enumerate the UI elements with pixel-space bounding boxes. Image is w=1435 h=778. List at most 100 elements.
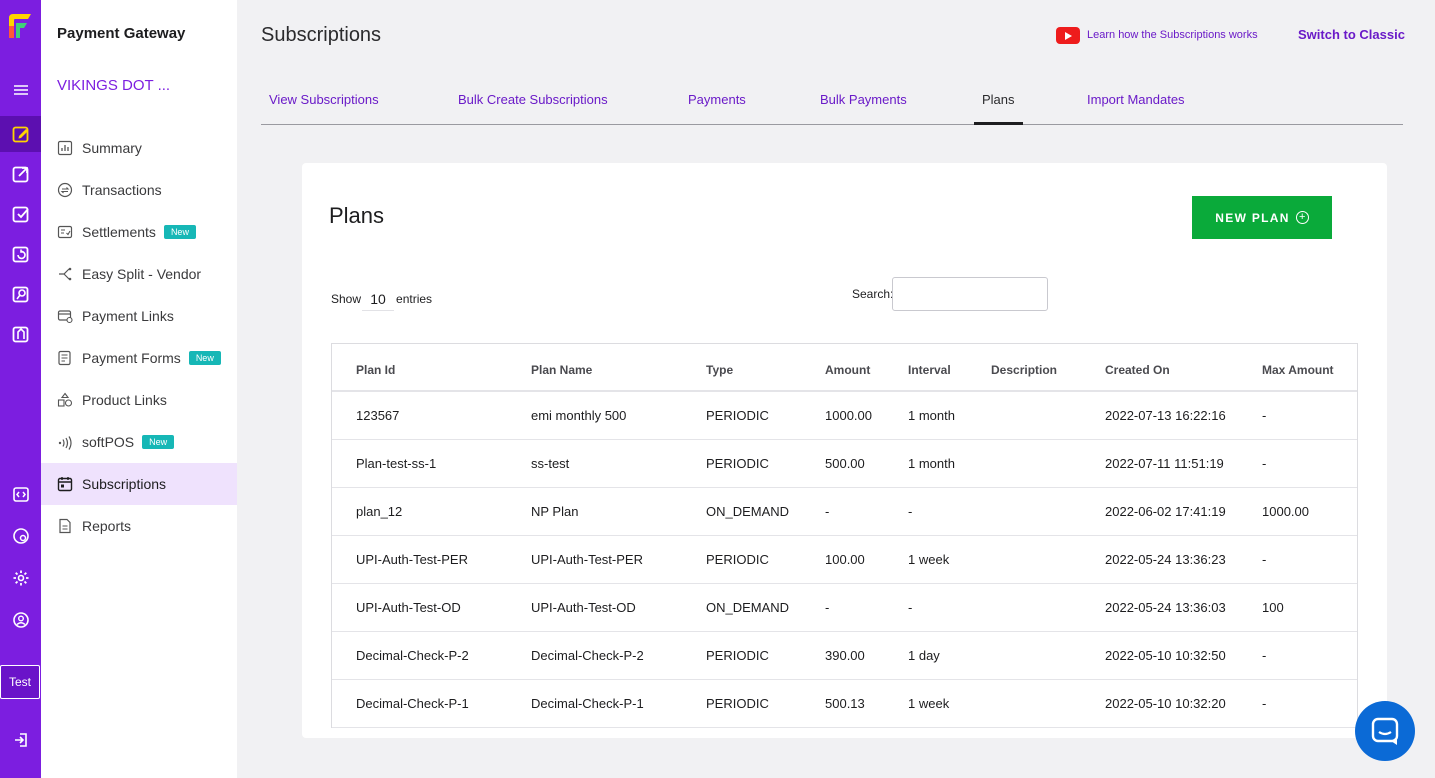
sidebar-item-product-links[interactable]: Product Links — [41, 379, 237, 421]
subscriptions-icon[interactable] — [0, 236, 41, 272]
table-cell: Decimal-Check-P-1 — [356, 696, 469, 711]
sidebar-item-softpos[interactable]: softPOS New — [41, 421, 237, 463]
column-header[interactable]: Type — [706, 363, 733, 377]
sidebar-item-label: Settlements — [82, 224, 156, 240]
table-cell: 2022-05-24 13:36:23 — [1105, 552, 1226, 567]
search-input[interactable] — [892, 277, 1048, 311]
profile-icon[interactable] — [0, 602, 41, 638]
test-mode-badge[interactable]: Test — [0, 665, 40, 699]
learn-link[interactable]: Learn how the Subscriptions works — [1087, 29, 1258, 41]
tab-import-mandates[interactable]: Import Mandates — [1087, 92, 1185, 107]
forms-icon[interactable] — [0, 316, 41, 352]
table-row[interactable]: Plan-test-ss-1 ss-test PERIODIC 500.00 1 mon… — [332, 440, 1357, 488]
column-header[interactable]: Amount — [825, 363, 870, 377]
column-header[interactable]: Max Amount — [1262, 363, 1334, 377]
table-cell: 500.00 — [825, 456, 865, 471]
table-cell: 1 month — [908, 408, 955, 423]
verification-icon[interactable] — [0, 196, 41, 232]
icon-rail: Test — [0, 0, 41, 778]
youtube-icon[interactable] — [1056, 27, 1080, 44]
column-header[interactable]: Interval — [908, 363, 951, 377]
tab-payments[interactable]: Payments — [688, 92, 746, 107]
table-body: 123567 emi monthly 500 PERIODIC 1000.00 1 mo… — [332, 392, 1357, 728]
entries-select[interactable]: 10 — [362, 287, 395, 311]
entries-label: entries — [396, 292, 433, 306]
new-badge: New — [188, 351, 221, 365]
table-row[interactable]: plan_12 NP Plan ON_DEMAND - - 2022-06-02 17:4… — [332, 488, 1357, 536]
table-cell: 2022-07-11 11:51:19 — [1105, 456, 1224, 471]
table-cell: 2022-05-24 13:36:03 — [1105, 600, 1226, 615]
table-cell: Plan-test-ss-1 — [356, 456, 437, 471]
sidebar-item-easy-split[interactable]: Easy Split - Vendor — [41, 253, 237, 295]
table-cell: UPI-Auth-Test-OD — [531, 600, 636, 615]
merchant-name[interactable]: VIKINGS DOT ... — [57, 77, 170, 94]
entries-control: Show 10 entries — [331, 287, 432, 311]
tab-bulk-create-subscriptions[interactable]: Bulk Create Subscriptions — [458, 92, 608, 107]
search-label: Search: — [852, 287, 894, 301]
table-cell: - — [1262, 552, 1267, 567]
chat-icon — [1371, 717, 1399, 745]
sidebar-item-label: Summary — [82, 140, 142, 156]
payment-links-icon[interactable] — [0, 276, 41, 312]
table-cell: - — [825, 600, 830, 615]
table-cell: 2022-05-10 10:32:20 — [1105, 696, 1226, 711]
table-cell: 1 month — [908, 456, 955, 471]
active-tab-indicator — [974, 122, 1023, 125]
sidebar-item-transactions[interactable]: Transactions — [41, 169, 237, 211]
tab-bar: View Subscriptions Bulk Create Subscript… — [261, 78, 1403, 125]
table-cell: 1000.00 — [825, 408, 872, 423]
table-cell: - — [908, 600, 913, 615]
reports-icon — [57, 518, 73, 534]
sidebar-item-label: Reports — [82, 518, 132, 534]
table-row[interactable]: Decimal-Check-P-2 Decimal-Check-P-2 PERIOD… — [332, 632, 1357, 680]
switch-to-classic-link[interactable]: Switch to Classic — [1298, 27, 1405, 42]
new-plan-button[interactable]: NEW PLAN + — [1192, 196, 1332, 239]
settings-icon[interactable] — [0, 560, 41, 596]
table-cell: UPI-Auth-Test-PER — [531, 552, 643, 567]
sidebar-item-payment-links[interactable]: Payment Links — [41, 295, 237, 337]
column-header[interactable]: Created On — [1105, 363, 1170, 377]
sidebar-item-label: Product Links — [82, 392, 167, 408]
settlements-icon — [57, 224, 73, 240]
chat-launcher[interactable] — [1355, 701, 1415, 761]
product-title: Payment Gateway — [57, 25, 186, 42]
cashfree-logo[interactable] — [5, 12, 33, 40]
table-cell: 1 day — [908, 648, 940, 663]
table-cell: 1 week — [908, 552, 950, 567]
menu-icon[interactable] — [0, 72, 41, 108]
payouts-icon[interactable] — [0, 156, 41, 192]
table-row[interactable]: UPI-Auth-Test-PER UPI-Auth-Test-PER PERIOD… — [332, 536, 1357, 584]
tab-view-subscriptions[interactable]: View Subscriptions — [269, 92, 379, 107]
sidebar-item-subscriptions[interactable]: Subscriptions — [41, 463, 237, 505]
table-cell: Decimal-Check-P-2 — [531, 648, 644, 663]
sidebar-item-payment-forms[interactable]: Payment Forms New — [41, 337, 237, 379]
tab-plans[interactable]: Plans — [982, 92, 1015, 107]
table-row[interactable]: UPI-Auth-Test-OD UPI-Auth-Test-OD ON_DEMAN… — [332, 584, 1357, 632]
table-cell: - — [1262, 696, 1267, 711]
table-cell: 123567 — [356, 408, 400, 423]
table-cell: - — [1262, 408, 1267, 423]
sidebar-item-label: Payment Links — [82, 308, 174, 324]
sidebar-item-reports[interactable]: Reports — [41, 505, 237, 547]
column-header[interactable]: Description — [991, 363, 1057, 377]
table-row[interactable]: 123567 emi monthly 500 PERIODIC 1000.00 1 mo… — [332, 392, 1357, 440]
payment-gateway-icon[interactable] — [0, 116, 41, 152]
table-cell: UPI-Auth-Test-OD — [356, 600, 461, 615]
developer-icon[interactable] — [0, 476, 41, 512]
table-cell: 100 — [1262, 600, 1284, 615]
sidebar-item-summary[interactable]: Summary — [41, 127, 237, 169]
sidebar-item-settlements[interactable]: Settlements New — [41, 211, 237, 253]
column-header[interactable]: Plan Id — [356, 363, 395, 377]
tab-bulk-payments[interactable]: Bulk Payments — [820, 92, 907, 107]
table-row[interactable]: Decimal-Check-P-1 Decimal-Check-P-1 PERIOD… — [332, 680, 1357, 728]
page-title: Subscriptions — [261, 24, 382, 46]
show-label: Show — [331, 292, 362, 306]
table-cell: PERIODIC — [706, 408, 769, 423]
table-cell: PERIODIC — [706, 456, 769, 471]
help-icon[interactable] — [0, 518, 41, 554]
column-header[interactable]: Plan Name — [531, 363, 592, 377]
table-cell: - — [825, 504, 830, 519]
logout-icon[interactable] — [0, 722, 41, 758]
table-cell: Decimal-Check-P-2 — [356, 648, 469, 663]
table-cell: NP Plan — [531, 504, 579, 519]
